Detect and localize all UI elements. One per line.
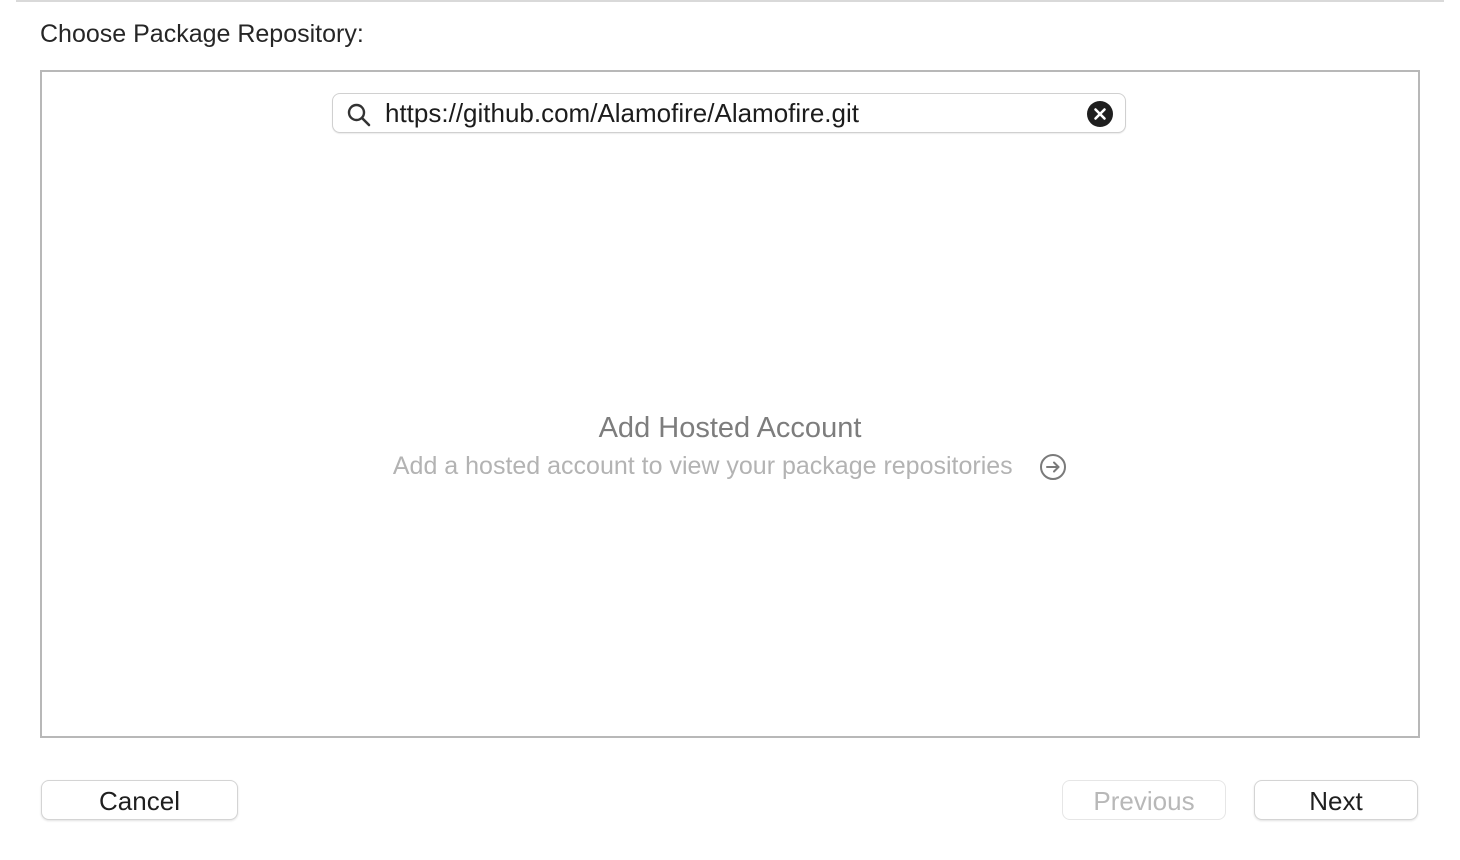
empty-state: Add Hosted Account Add a hosted account …: [42, 410, 1418, 480]
search-input[interactable]: [385, 95, 1075, 131]
search-icon: [346, 102, 372, 128]
dialog-heading: Choose Package Repository:: [40, 20, 364, 48]
empty-state-title: Add Hosted Account: [598, 412, 862, 444]
repository-list-panel: Add Hosted Account Add a hosted account …: [40, 70, 1420, 738]
empty-state-subtitle-row: Add a hosted account to view your packag…: [42, 452, 1418, 481]
clear-icon[interactable]: [1087, 101, 1113, 127]
next-button[interactable]: Next: [1254, 780, 1418, 820]
top-divider: [16, 0, 1444, 2]
arrow-circle-right-icon[interactable]: [1039, 453, 1067, 481]
search-field[interactable]: [332, 93, 1126, 133]
previous-button[interactable]: Previous: [1062, 780, 1226, 820]
cancel-button[interactable]: Cancel: [41, 780, 238, 820]
empty-state-subtitle: Add a hosted account to view your packag…: [392, 452, 1013, 480]
